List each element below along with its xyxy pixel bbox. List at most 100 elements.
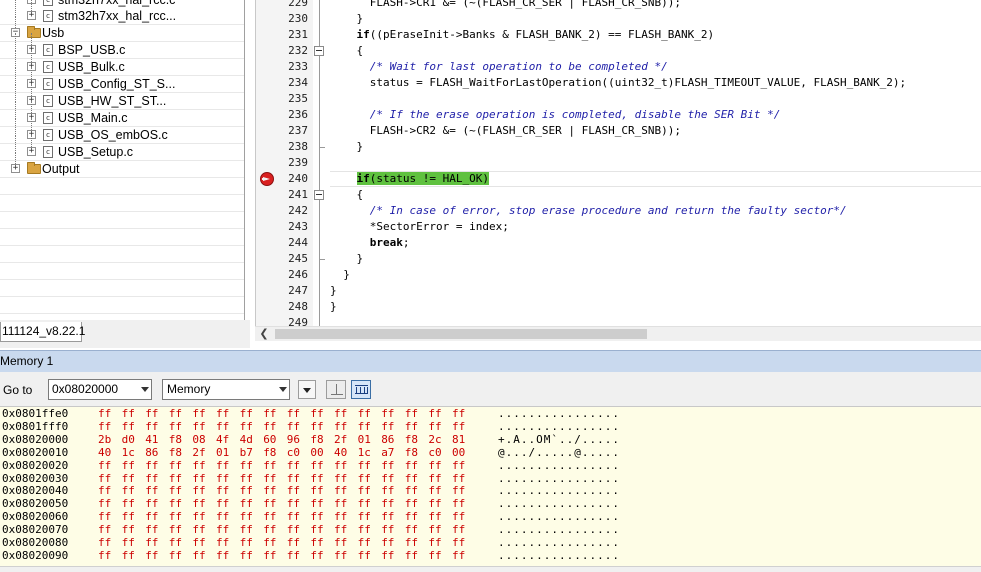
memory-byte[interactable]: ff [263, 420, 276, 433]
live-update-toggle-button[interactable] [351, 380, 371, 399]
memory-byte[interactable]: ff [216, 420, 229, 433]
fold-collapse-icon[interactable] [314, 46, 324, 56]
memory-byte[interactable]: ff [452, 420, 465, 433]
memory-byte[interactable]: ff [358, 523, 371, 536]
memory-byte[interactable]: ff [310, 472, 323, 485]
memory-row[interactable]: 0x08020000 2b d0 41 f8 08 4f 4d 60 96 f8 2f 01 86 f8 2c… [0, 433, 981, 446]
line-number[interactable]: 248 [278, 299, 308, 315]
breakpoint-current-arrow-icon[interactable] [260, 172, 274, 186]
memory-byte[interactable]: ff [334, 497, 347, 510]
line-number[interactable]: 237 [278, 123, 308, 139]
memory-byte[interactable]: ff [192, 523, 205, 536]
memory-address[interactable]: 0x08020080 [2, 536, 68, 549]
line-number[interactable]: 246 [278, 267, 308, 283]
goto-address-value[interactable]: 0x08020000 [52, 380, 118, 399]
code-line[interactable]: 232 { [256, 43, 981, 59]
memory-byte[interactable]: ff [405, 536, 418, 549]
memory-byte[interactable]: ff [310, 497, 323, 510]
code-line[interactable]: 245 } [256, 251, 981, 267]
memory-byte[interactable]: ff [169, 523, 182, 536]
memory-ascii[interactable]: ................ [498, 484, 620, 497]
memory-byte[interactable]: ff [405, 407, 418, 420]
memory-byte[interactable]: ff [428, 420, 441, 433]
memory-ascii[interactable]: ................ [498, 549, 620, 562]
memory-byte[interactable]: ff [169, 472, 182, 485]
memory-byte[interactable]: ff [169, 497, 182, 510]
code-line[interactable]: 247} [256, 283, 981, 299]
memory-byte[interactable]: ff [405, 420, 418, 433]
memory-byte[interactable]: ff [428, 510, 441, 523]
memory-byte[interactable]: ff [145, 536, 158, 549]
memory-ascii[interactable]: ................ [498, 536, 620, 549]
code-line[interactable]: 236 /* If the erase operation is complet… [256, 107, 981, 123]
memory-address[interactable]: 0x08020040 [2, 484, 68, 497]
code-text[interactable]: } [330, 139, 364, 155]
tree-folder-item[interactable]: + Output [0, 152, 244, 178]
memory-byte[interactable]: 2c [428, 433, 441, 446]
memory-byte[interactable]: ff [240, 484, 253, 497]
memory-byte[interactable]: ff [358, 407, 371, 420]
memory-byte[interactable]: ff [216, 523, 229, 536]
memory-ascii[interactable]: ................ [498, 523, 620, 536]
memory-type-select[interactable]: Memory [162, 379, 290, 400]
memory-byte[interactable]: ff [334, 459, 347, 472]
memory-byte[interactable]: ff [169, 459, 182, 472]
memory-address[interactable]: 0x08020010 [2, 446, 68, 459]
code-line[interactable]: 238 } [256, 139, 981, 155]
memory-byte[interactable]: ff [358, 510, 371, 523]
memory-byte[interactable]: ff [452, 407, 465, 420]
memory-address[interactable]: 0x0801ffe0 [2, 407, 68, 420]
memory-byte[interactable]: ff [358, 536, 371, 549]
memory-byte[interactable]: ff [122, 536, 135, 549]
memory-byte[interactable]: ff [381, 459, 394, 472]
memory-byte[interactable]: ff [381, 420, 394, 433]
memory-byte[interactable]: ff [216, 407, 229, 420]
tree-file-item[interactable]: + c USB_HW_ST_ST... [0, 84, 244, 110]
memory-byte[interactable]: 40 [334, 446, 347, 459]
memory-byte[interactable]: ff [263, 407, 276, 420]
memory-byte[interactable]: a7 [381, 446, 394, 459]
tree-file-item[interactable]: + c BSP_USB.c [0, 33, 244, 59]
memory-byte[interactable]: ff [334, 549, 347, 562]
memory-byte[interactable]: ff [240, 420, 253, 433]
memory-byte[interactable]: ff [428, 497, 441, 510]
memory-byte[interactable]: ff [358, 549, 371, 562]
memory-byte[interactable]: ff [381, 510, 394, 523]
memory-byte[interactable]: ff [358, 420, 371, 433]
memory-byte[interactable]: ff [169, 510, 182, 523]
memory-byte[interactable]: ff [310, 549, 323, 562]
memory-byte[interactable]: ff [122, 510, 135, 523]
memory-byte[interactable]: ff [287, 510, 300, 523]
memory-row[interactable]: 0x08020040 ff ff ff ff ff ff ff ff ff ff ff ff ff ff ff… [0, 484, 981, 497]
memory-byte[interactable]: ff [287, 472, 300, 485]
memory-byte[interactable]: ff [287, 420, 300, 433]
memory-byte[interactable]: ff [192, 407, 205, 420]
code-line[interactable]: 234 status = FLASH_WaitForLastOperation(… [256, 75, 981, 91]
memory-byte[interactable]: ff [405, 523, 418, 536]
memory-byte[interactable]: ff [98, 459, 111, 472]
memory-byte[interactable]: ff [98, 497, 111, 510]
tree-folder-item[interactable]: − Usb [0, 16, 244, 42]
memory-byte[interactable]: ff [240, 523, 253, 536]
memory-byte[interactable]: f8 [169, 433, 182, 446]
memory-ascii[interactable]: ................ [498, 420, 620, 433]
code-line[interactable]: 241 { [256, 187, 981, 203]
memory-byte[interactable]: ff [287, 536, 300, 549]
code-line[interactable]: 242 /* In case of error, stop erase proc… [256, 203, 981, 219]
memory-byte[interactable]: ff [334, 472, 347, 485]
memory-address[interactable]: 0x08020020 [2, 459, 68, 472]
workspace-tab[interactable]: 111124_v8.22.1 [0, 322, 85, 342]
memory-byte[interactable]: ff [145, 523, 158, 536]
code-text[interactable]: } [330, 11, 364, 27]
memory-byte[interactable]: ff [216, 536, 229, 549]
memory-byte[interactable]: ff [263, 549, 276, 562]
memory-byte[interactable]: 4f [216, 433, 229, 446]
memory-byte[interactable]: ff [216, 459, 229, 472]
memory-byte[interactable]: ff [145, 549, 158, 562]
memory-byte[interactable]: ff [358, 497, 371, 510]
memory-byte[interactable]: ff [381, 472, 394, 485]
memory-address[interactable]: 0x08020030 [2, 472, 68, 485]
memory-byte[interactable]: ff [169, 407, 182, 420]
memory-byte[interactable]: ff [381, 497, 394, 510]
memory-address[interactable]: 0x0801fff0 [2, 420, 68, 433]
